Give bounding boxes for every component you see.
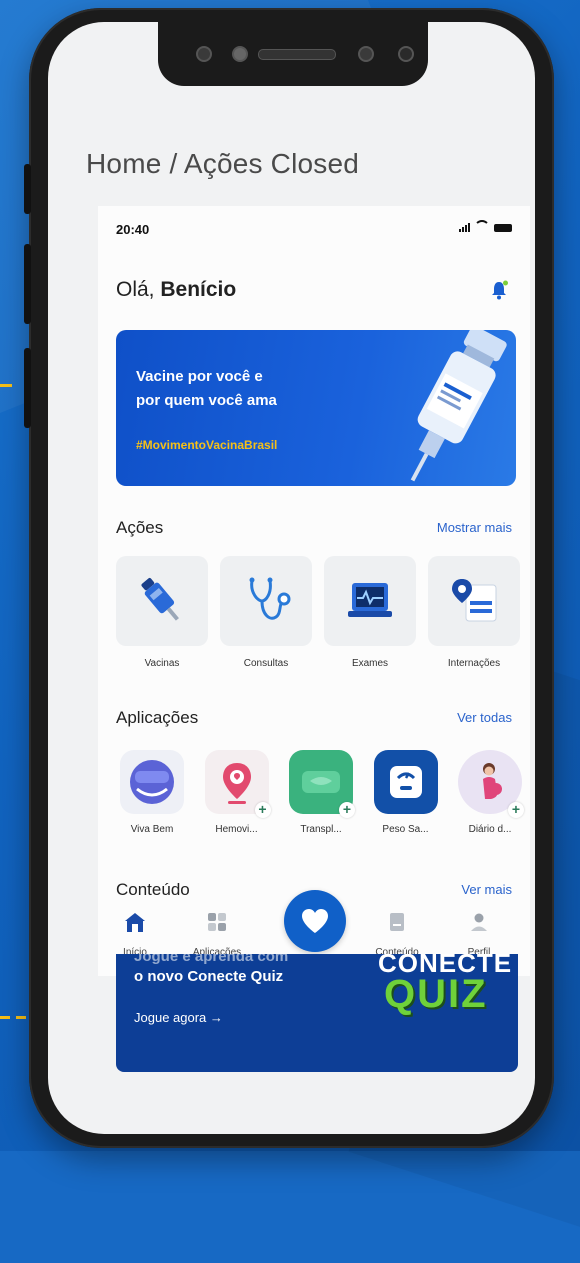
battery-icon	[494, 224, 512, 232]
notch-sensor-icon	[398, 46, 414, 62]
scale-icon	[389, 766, 422, 798]
wifi-icon	[474, 220, 490, 232]
app-label: Viva Bem	[130, 824, 174, 835]
notch-speaker	[258, 49, 336, 60]
banner-line-1: Vacine por você e	[136, 368, 263, 385]
acao-consultas[interactable]: Consultas	[220, 556, 312, 669]
app-peso-saudavel[interactable]: Peso Sa...	[370, 750, 442, 835]
app-hemovida[interactable]: + Hemovi...	[201, 750, 273, 835]
signal-icon	[459, 223, 470, 232]
quiz-play-now-link[interactable]: Jogue agora →	[134, 1010, 223, 1025]
app-diario-gestante[interactable]: + Diário d...	[454, 750, 526, 835]
tab-inicio[interactable]: Início	[100, 910, 170, 958]
quiz-line-1: o novo Conecte Quiz	[134, 968, 284, 985]
transplant-icon	[302, 771, 340, 793]
acoes-show-more-link[interactable]: Mostrar mais	[437, 520, 512, 535]
notch-sensor-icon	[196, 46, 212, 62]
vaccine-campaign-banner[interactable]: Vacine por você e por quem você ama #Mov…	[116, 330, 516, 486]
home-icon	[125, 913, 145, 932]
phone-side-button	[24, 164, 31, 214]
acoes-title: Ações	[116, 518, 164, 537]
hospital-card-icon	[452, 579, 497, 622]
monitor-icon	[348, 583, 392, 617]
tab-aplicacoes[interactable]: Aplicações	[182, 910, 252, 958]
decor-dash-top	[0, 384, 12, 387]
conecte-quiz-card[interactable]: Jogue e aprenda com o novo Conecte Quiz …	[116, 954, 518, 1072]
status-icons	[459, 220, 512, 232]
blood-drop-pin-icon	[222, 763, 251, 804]
grid-icon	[208, 913, 226, 931]
aplicacoes-list: Viva Bem + Hemovi... + Transpl... Peso S…	[116, 750, 526, 835]
acao-label: Consultas	[243, 658, 289, 669]
vaccine-vial-illustration-icon	[410, 330, 507, 482]
add-app-icon: +	[339, 802, 355, 818]
document-icon	[390, 913, 404, 931]
tab-conteudo[interactable]: Conteúdo	[362, 910, 432, 958]
phone-frame: Home / Ações Closed 20:40 Olá, Benício V…	[24, 8, 554, 1148]
pregnant-woman-icon	[483, 763, 502, 799]
app-label: Transpl...	[300, 824, 342, 835]
greeting: Olá, Benício	[116, 278, 236, 302]
decor-dash-bottom	[0, 1016, 10, 1019]
acao-label: Exames	[351, 658, 389, 669]
acao-vacinas[interactable]: Vacinas	[116, 556, 208, 669]
stethoscope-icon	[249, 577, 291, 620]
syringe-icon	[141, 578, 179, 621]
phone-screen: Home / Ações Closed 20:40 Olá, Benício V…	[48, 22, 535, 1134]
greeting-prefix: Olá,	[116, 278, 161, 301]
app-label: Hemovi...	[215, 824, 258, 835]
aplicacoes-see-all-link[interactable]: Ver todas	[457, 710, 512, 725]
aplicacoes-title: Aplicações	[116, 708, 199, 727]
page-title: Home / Ações Closed	[86, 148, 360, 179]
phone-notch	[158, 22, 428, 86]
app-screen: 20:40 Olá, Benício Vacine por você e por…	[98, 206, 530, 976]
banner-line-2: por quem você ama	[136, 392, 277, 409]
add-app-icon: +	[254, 802, 271, 818]
acao-label: Vacinas	[144, 658, 180, 669]
acao-exames[interactable]: Exames	[324, 556, 416, 669]
notch-camera-icon	[232, 46, 248, 62]
acao-label: Internações	[447, 658, 501, 669]
viva-bem-icon	[130, 760, 174, 804]
app-transplante[interactable]: + Transpl...	[285, 750, 357, 835]
profile-icon	[471, 913, 487, 931]
quiz-logo-bottom: QUIZ	[384, 972, 488, 1016]
notch-sensor-icon	[358, 46, 374, 62]
health-heart-button[interactable]	[284, 890, 346, 952]
add-app-icon: +	[508, 802, 524, 818]
phone-volume-up	[24, 244, 31, 324]
quiz-line-0: Jogue e aprenda com	[134, 954, 289, 965]
status-time: 20:40	[116, 222, 150, 237]
acao-internacoes[interactable]: Internações	[428, 556, 520, 669]
user-name: Benício	[160, 278, 237, 301]
app-label: Peso Sa...	[382, 824, 429, 835]
decor-dash-bottom-2	[16, 1016, 26, 1019]
acoes-list: Vacinas Consultas Exames Internações	[116, 556, 520, 669]
app-label: Diário d...	[468, 824, 512, 835]
heart-icon	[302, 909, 328, 933]
banner-hashtag: #MovimentoVacinaBrasil	[136, 438, 278, 452]
phone-volume-down	[24, 348, 31, 428]
tab-perfil[interactable]: Perfil	[444, 910, 514, 958]
conteudo-see-more-link[interactable]: Ver mais	[461, 882, 512, 897]
notification-bell-icon[interactable]	[490, 280, 508, 300]
app-viva-bem[interactable]: Viva Bem	[116, 750, 188, 835]
